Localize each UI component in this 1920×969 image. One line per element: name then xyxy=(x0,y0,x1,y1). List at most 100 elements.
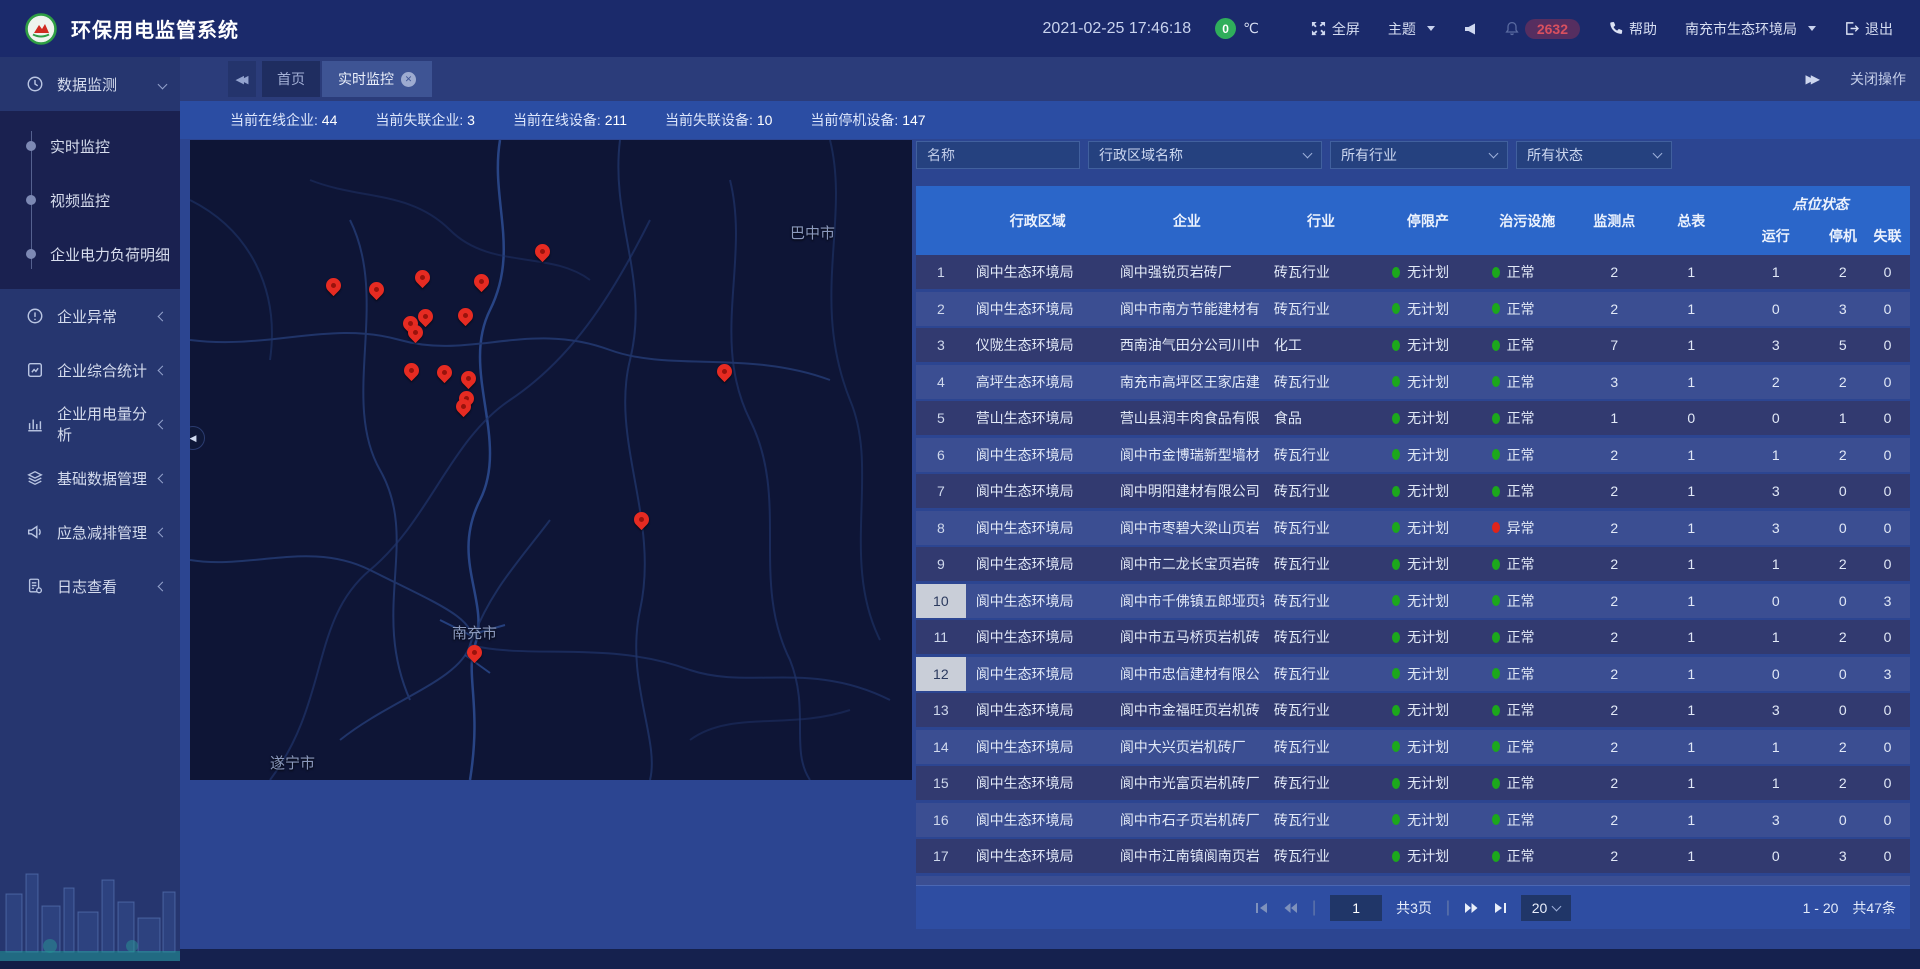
status-dot-green xyxy=(1492,376,1500,387)
mute-button[interactable] xyxy=(1463,22,1477,36)
col-point-status-group: 点位状态 运行 停机 失联 xyxy=(1731,186,1910,255)
cell-run-count: 3 xyxy=(1731,803,1820,837)
prev-page-button[interactable] xyxy=(1283,902,1298,914)
table-row[interactable]: 12阆中生态环境局阆中市忠信建材有限公砖瓦行业无计划正常21003 xyxy=(916,657,1910,691)
tabs-scroll-right-button[interactable]: ▶▶ xyxy=(1806,72,1820,86)
cell-facility-status: 正常 xyxy=(1478,365,1577,399)
last-page-button[interactable] xyxy=(1493,902,1507,914)
cell-stop-count: 2 xyxy=(1820,255,1865,289)
chevron-left-icon xyxy=(158,311,168,321)
tabs-scroll-left-button[interactable]: ◀◀ xyxy=(228,61,256,97)
sidebar-subitem[interactable]: 实时监控 xyxy=(0,119,180,173)
table-row[interactable]: 11阆中生态环境局阆中市五马桥页岩机砖砖瓦行业无计划正常21120 xyxy=(916,620,1910,654)
fullscreen-button[interactable]: 全屏 xyxy=(1311,19,1360,39)
row-index-cell: 16 xyxy=(916,803,966,837)
tab-home[interactable]: 首页 xyxy=(262,61,320,97)
sidebar-item-3[interactable]: 企业综合统计 xyxy=(0,343,180,397)
status-dot-green xyxy=(1392,741,1400,752)
cell-region: 阆中生态环境局 xyxy=(966,511,1110,545)
map-panel[interactable]: 巴中市南充市遂宁市 ◀ xyxy=(190,140,912,780)
table-row[interactable]: 1阆中生态环境局阆中强锐页岩砖厂砖瓦行业无计划正常21120 xyxy=(916,255,1910,289)
status-dot-green xyxy=(1492,814,1500,825)
sidebar-item-1[interactable]: 数据监测 xyxy=(0,57,180,111)
region-select[interactable]: 行政区域名称 xyxy=(1088,141,1322,169)
page-size-select[interactable]: 20 xyxy=(1521,895,1571,921)
cell-monitor-count: 2 xyxy=(1577,511,1652,545)
status-select[interactable]: 所有状态 xyxy=(1516,141,1672,169)
table-row[interactable]: 3仪陇生态环境局西南油气田分公司川中化工无计划正常71350 xyxy=(916,328,1910,362)
cell-lost-count: 0 xyxy=(1865,547,1910,581)
cell-company: 阆中市南方节能建材有 xyxy=(1110,292,1264,326)
help-button[interactable]: 帮助 xyxy=(1608,19,1657,39)
tab-realtime-monitor[interactable]: 实时监控 ✕ xyxy=(322,61,432,97)
cell-meter-count: 1 xyxy=(1652,511,1732,545)
table-row[interactable]: 4高坪生态环境局南充市高坪区王家店建砖瓦行业无计划正常31220 xyxy=(916,365,1910,399)
sidebar-item-2[interactable]: 企业异常 xyxy=(0,289,180,343)
chevron-left-icon xyxy=(158,365,168,375)
sidebar-item-5[interactable]: 基础数据管理 xyxy=(0,451,180,505)
table-row[interactable]: 6阆中生态环境局阆中市金博瑞新型墙材砖瓦行业无计划正常21120 xyxy=(916,438,1910,472)
cell-meter-count: 1 xyxy=(1652,839,1732,873)
table-row[interactable]: 17阆中生态环境局阆中市江南镇阆南页岩砖瓦行业无计划正常21030 xyxy=(916,839,1910,873)
table-row[interactable]: 16阆中生态环境局阆中市石子页岩机砖厂砖瓦行业无计划正常21300 xyxy=(916,803,1910,837)
table-row[interactable]: 7阆中生态环境局阆中明阳建材有限公司砖瓦行业无计划正常21300 xyxy=(916,474,1910,508)
cell-run-count: 2 xyxy=(1731,365,1820,399)
table-row[interactable]: 10阆中生态环境局阆中市千佛镇五郎垭页岩砖瓦行业无计划正常21003 xyxy=(916,584,1910,618)
sidebar-nav: 数据监测实时监控视频监控企业电力负荷明细企业异常企业综合统计企业用电量分析基础数… xyxy=(0,57,180,969)
cell-run-count: 3 xyxy=(1731,511,1820,545)
cell-region: 阆中生态环境局 xyxy=(966,474,1110,508)
cell-facility-status: 正常 xyxy=(1478,584,1577,618)
cell-region: 阆中生态环境局 xyxy=(966,584,1110,618)
cell-stop-count: 1 xyxy=(1820,401,1865,435)
chevron-down-icon xyxy=(158,79,168,89)
cell-region: 阆中生态环境局 xyxy=(966,693,1110,727)
cell-limit-status: 无计划 xyxy=(1378,766,1477,800)
status-dot-green xyxy=(1392,486,1400,497)
sidebar-subitem[interactable]: 企业电力负荷明细 xyxy=(0,227,180,281)
table-row[interactable]: 18南部生态环境局南部县水泥有限公司建材行业无计划正常21060 xyxy=(916,876,1910,886)
name-search-input[interactable] xyxy=(916,141,1080,169)
logout-button[interactable]: 退出 xyxy=(1844,19,1893,39)
app-title: 环保用电监管系统 xyxy=(71,14,239,43)
table-row[interactable]: 8阆中生态环境局阆中市枣碧大梁山页岩砖瓦行业无计划异常21300 xyxy=(916,511,1910,545)
table-row[interactable]: 9阆中生态环境局阆中市二龙长宝页岩砖砖瓦行业无计划正常21120 xyxy=(916,547,1910,581)
cell-industry: 砖瓦行业 xyxy=(1264,839,1378,873)
cell-region: 阆中生态环境局 xyxy=(966,730,1110,764)
status-dot-green xyxy=(1392,267,1400,278)
status-dot-green xyxy=(1492,778,1500,789)
theme-dropdown[interactable]: 主题 xyxy=(1388,19,1435,39)
cell-region: 仪陇生态环境局 xyxy=(966,328,1110,362)
sidebar-item-6[interactable]: 应急减排管理 xyxy=(0,505,180,559)
table-row[interactable]: 2阆中生态环境局阆中市南方节能建材有砖瓦行业无计划正常21030 xyxy=(916,292,1910,326)
status-dot-green xyxy=(1492,595,1500,606)
table-row[interactable]: 14阆中生态环境局阆中大兴页岩机砖厂砖瓦行业无计划正常21120 xyxy=(916,730,1910,764)
sidebar-item-4[interactable]: 企业用电量分析 xyxy=(0,397,180,451)
cell-industry: 砖瓦行业 xyxy=(1264,657,1378,691)
close-operations-button[interactable]: 关闭操作 xyxy=(1850,69,1906,89)
app-root: 环保用电监管系统 2021-02-25 17:46:18 0 ℃ 全屏 主题 xyxy=(0,0,1920,969)
tab-close-icon[interactable]: ✕ xyxy=(401,72,416,87)
stat-item: 当前停机设备: 147 xyxy=(810,110,925,130)
next-page-button[interactable] xyxy=(1464,902,1479,914)
industry-select[interactable]: 所有行业 xyxy=(1330,141,1508,169)
cell-stop-count: 2 xyxy=(1820,730,1865,764)
page-number-input[interactable]: 1 xyxy=(1330,895,1382,921)
table-row[interactable]: 13阆中生态环境局阆中市金福旺页岩机砖砖瓦行业无计划正常21300 xyxy=(916,693,1910,727)
col-facility: 治污设施 xyxy=(1478,186,1577,255)
notification-bell[interactable]: 2632 xyxy=(1505,19,1580,39)
first-page-button[interactable] xyxy=(1255,902,1269,914)
col-limit: 停限产 xyxy=(1378,186,1477,255)
status-dot-green xyxy=(1492,340,1500,351)
row-index-cell: 12 xyxy=(916,657,966,691)
cell-limit-status: 无计划 xyxy=(1378,474,1477,508)
sidebar-subitem[interactable]: 视频监控 xyxy=(0,173,180,227)
cell-run-count: 1 xyxy=(1731,547,1820,581)
organization-dropdown[interactable]: 南充市生态环境局 xyxy=(1685,19,1816,39)
table-row[interactable]: 15阆中生态环境局阆中市光富页岩机砖厂砖瓦行业无计划正常21120 xyxy=(916,766,1910,800)
cell-run-count: 3 xyxy=(1731,693,1820,727)
cell-company: 阆中明阳建材有限公司 xyxy=(1110,474,1264,508)
table-row[interactable]: 5营山生态环境局营山县润丰肉食品有限食品无计划正常10010 xyxy=(916,401,1910,435)
sidebar-item-label: 基础数据管理 xyxy=(57,468,159,489)
cell-limit-status: 无计划 xyxy=(1378,730,1477,764)
sidebar-item-7[interactable]: 日志查看 xyxy=(0,559,180,613)
